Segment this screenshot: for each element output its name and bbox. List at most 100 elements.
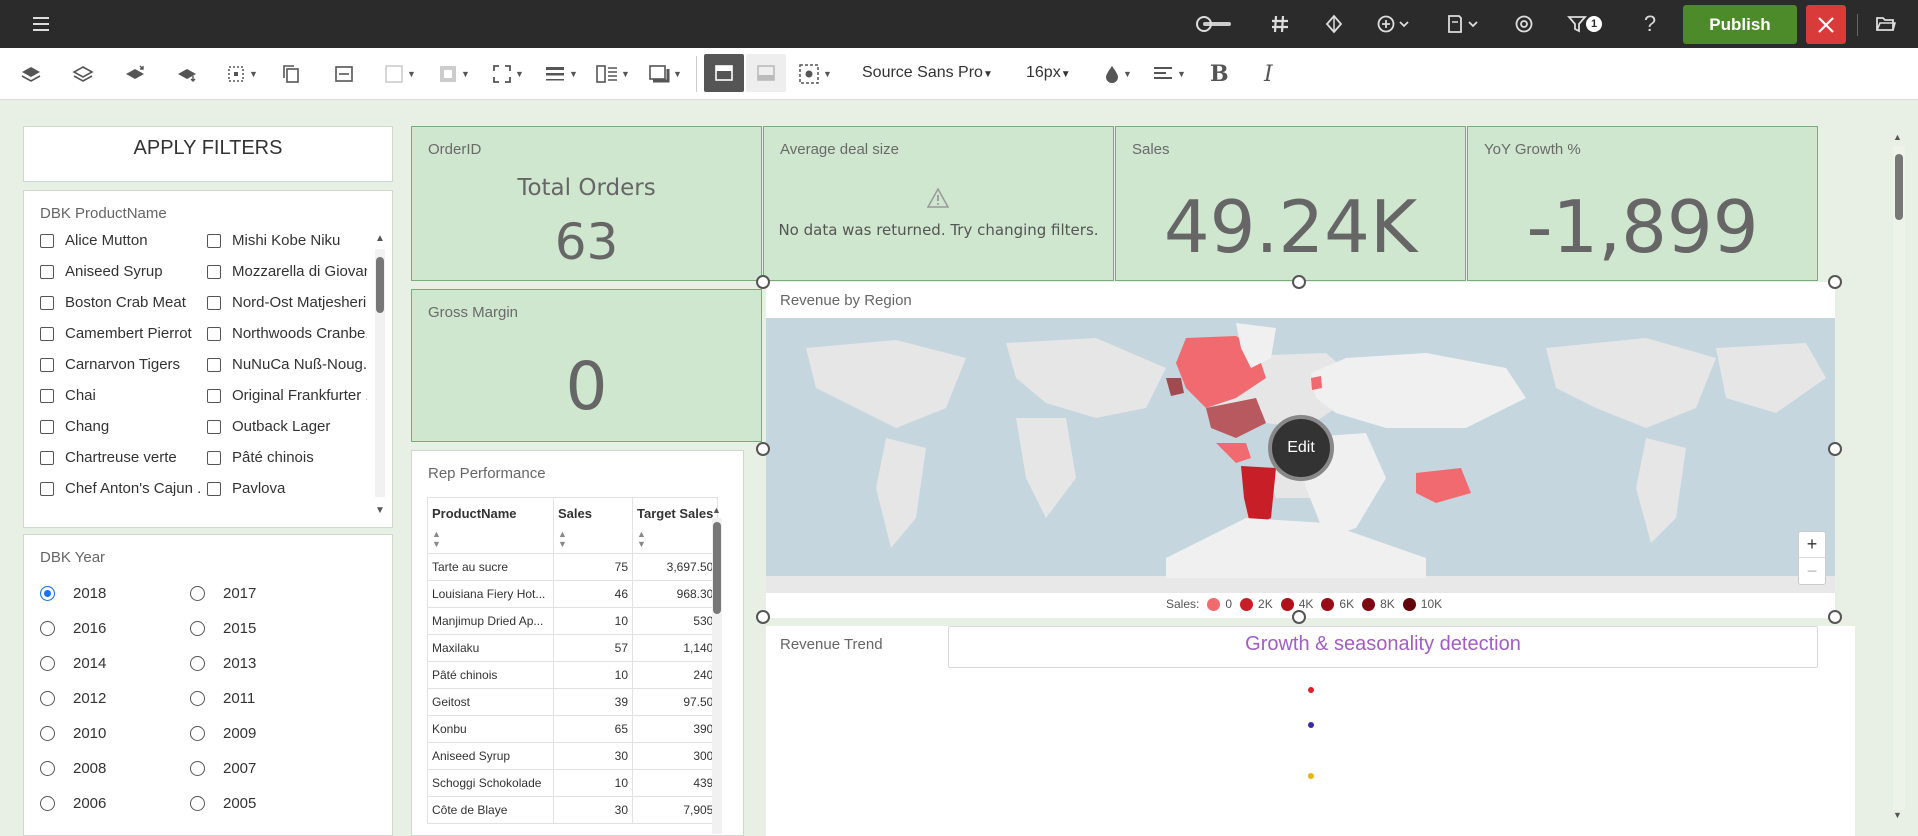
- checkbox[interactable]: [207, 326, 221, 341]
- resize-handle[interactable]: [756, 442, 770, 456]
- table-row[interactable]: Maxilaku 57 1,140: [427, 634, 719, 662]
- radio-button[interactable]: [190, 586, 205, 601]
- duplicate-icon[interactable]: [282, 62, 300, 86]
- resize-handle[interactable]: [1292, 275, 1306, 289]
- product-checkbox-item[interactable]: Boston Crab Meat: [40, 294, 200, 311]
- kpi-sales[interactable]: Sales 49.24K: [1115, 126, 1466, 281]
- grid-icon[interactable]: [1268, 12, 1292, 36]
- year-radio-item[interactable]: 2007: [190, 760, 256, 777]
- table-row[interactable]: Aniseed Syrup 30 300: [427, 742, 719, 770]
- page-icon[interactable]: [1444, 12, 1484, 36]
- checkbox[interactable]: [40, 264, 54, 279]
- checkbox[interactable]: [40, 326, 54, 341]
- radio-button[interactable]: [190, 656, 205, 671]
- table-row[interactable]: Tarte au sucre 75 3,697.50: [427, 553, 719, 581]
- year-radio-item[interactable]: 2011: [190, 690, 255, 707]
- radio-button[interactable]: [190, 796, 205, 811]
- radio-button[interactable]: [40, 621, 55, 636]
- radio-button[interactable]: [190, 621, 205, 636]
- kpi-gross-margin[interactable]: Gross Margin 0: [411, 289, 762, 442]
- product-checkbox-item[interactable]: Camembert Pierrot: [40, 325, 200, 342]
- font-family-select[interactable]: Source Sans Pro▼: [862, 64, 993, 82]
- resize-handle[interactable]: [1828, 610, 1842, 624]
- checkbox[interactable]: [40, 419, 54, 434]
- widget-settings-icon[interactable]: ▼: [798, 62, 832, 86]
- apply-filters-button[interactable]: APPLY FILTERS: [23, 126, 393, 182]
- year-radio-item[interactable]: 2016: [40, 620, 106, 637]
- checkbox[interactable]: [207, 450, 221, 465]
- italic-button[interactable]: I: [1264, 62, 1273, 87]
- column-header-sales[interactable]: Sales ▲ ▼: [553, 497, 633, 554]
- radio-button[interactable]: [40, 761, 55, 776]
- checkbox[interactable]: [207, 295, 221, 310]
- year-radio-item[interactable]: 2018: [40, 585, 106, 602]
- scrollbar[interactable]: [712, 518, 722, 834]
- padding-icon[interactable]: ▼: [596, 62, 630, 86]
- checkbox[interactable]: [40, 295, 54, 310]
- product-checkbox-item[interactable]: Carnarvon Tigers: [40, 356, 200, 373]
- checkbox[interactable]: [207, 388, 221, 403]
- resize-handle[interactable]: [1292, 610, 1306, 624]
- kpi-average-deal-size[interactable]: Average deal size No data was returned. …: [763, 126, 1114, 281]
- checkbox[interactable]: [40, 450, 54, 465]
- year-radio-item[interactable]: 2010: [40, 725, 106, 742]
- year-radio-item[interactable]: 2015: [190, 620, 256, 637]
- bring-forward-icon[interactable]: [72, 62, 94, 86]
- border-style-icon[interactable]: ▼: [492, 62, 524, 86]
- scrollbar-thumb[interactable]: [1895, 154, 1903, 220]
- page-scrollbar[interactable]: [1893, 146, 1905, 810]
- checkbox[interactable]: [40, 233, 54, 248]
- scroll-down-arrow-icon[interactable]: ▼: [1893, 810, 1902, 820]
- font-size-select[interactable]: 16px▼: [1026, 64, 1071, 82]
- product-checkbox-item[interactable]: Pâté chinois: [207, 449, 367, 466]
- year-radio-item[interactable]: 2013: [190, 655, 256, 672]
- kpi-total-orders[interactable]: OrderID Total Orders 63: [411, 126, 762, 281]
- resize-handle[interactable]: [756, 275, 770, 289]
- product-checkbox-item[interactable]: Mozzarella di Giovan: [207, 263, 367, 280]
- scroll-down-arrow-icon[interactable]: ▼: [375, 505, 385, 516]
- fill-color-icon[interactable]: ▼: [384, 62, 416, 86]
- help-icon[interactable]: ?: [1638, 11, 1662, 36]
- year-radio-item[interactable]: 2012: [40, 690, 106, 707]
- radio-button[interactable]: [40, 796, 55, 811]
- header-hidden-toggle[interactable]: [746, 54, 786, 92]
- hamburger-menu-icon[interactable]: [30, 12, 54, 36]
- year-radio-item[interactable]: 2006: [40, 795, 106, 812]
- product-checkbox-item[interactable]: Chai: [40, 387, 200, 404]
- scroll-up-arrow-icon[interactable]: ▲: [1893, 132, 1902, 142]
- checkbox[interactable]: [40, 357, 54, 372]
- header-visible-toggle[interactable]: [704, 54, 744, 92]
- settings-gear-icon[interactable]: [1512, 12, 1536, 36]
- product-checkbox-item[interactable]: Aniseed Syrup: [40, 263, 200, 280]
- product-checkbox-item[interactable]: Northwoods Cranbe.: [207, 325, 367, 342]
- publish-button[interactable]: Publish: [1683, 5, 1797, 44]
- product-checkbox-item[interactable]: Chef Anton's Cajun ...: [40, 480, 200, 497]
- product-checkbox-item[interactable]: Alice Mutton: [40, 232, 200, 249]
- table-row[interactable]: Côte de Blaye 30 7,905: [427, 796, 719, 824]
- text-color-icon[interactable]: ▼: [1104, 62, 1132, 86]
- scrollbar-thumb[interactable]: [713, 522, 721, 614]
- layers-icon[interactable]: [20, 62, 42, 86]
- checkbox[interactable]: [207, 357, 221, 372]
- radio-button[interactable]: [40, 656, 55, 671]
- shadow-icon[interactable]: ▼: [648, 62, 682, 86]
- add-widget-icon[interactable]: [1375, 12, 1415, 36]
- slider-toggle-icon[interactable]: [1195, 12, 1235, 36]
- radio-button[interactable]: [40, 586, 55, 601]
- align-left-icon[interactable]: ▼: [1152, 62, 1186, 86]
- checkbox[interactable]: [207, 264, 221, 279]
- product-checkbox-item[interactable]: Mishi Kobe Niku: [207, 232, 367, 249]
- resize-handle[interactable]: [1828, 442, 1842, 456]
- year-radio-item[interactable]: 2008: [40, 760, 106, 777]
- checkbox[interactable]: [207, 233, 221, 248]
- radio-button[interactable]: [40, 691, 55, 706]
- year-radio-item[interactable]: 2009: [190, 725, 256, 742]
- table-row[interactable]: Manjimup Dried Ap... 10 530: [427, 607, 719, 635]
- bold-button[interactable]: B: [1210, 61, 1229, 87]
- resize-handle[interactable]: [756, 610, 770, 624]
- folder-open-icon[interactable]: [1874, 12, 1898, 36]
- checkbox[interactable]: [40, 388, 54, 403]
- product-checkbox-item[interactable]: NuNuCa Nuß-Noug..: [207, 356, 367, 373]
- edit-map-button[interactable]: Edit: [1268, 415, 1334, 481]
- table-row[interactable]: Louisiana Fiery Hot... 46 968.30: [427, 580, 719, 608]
